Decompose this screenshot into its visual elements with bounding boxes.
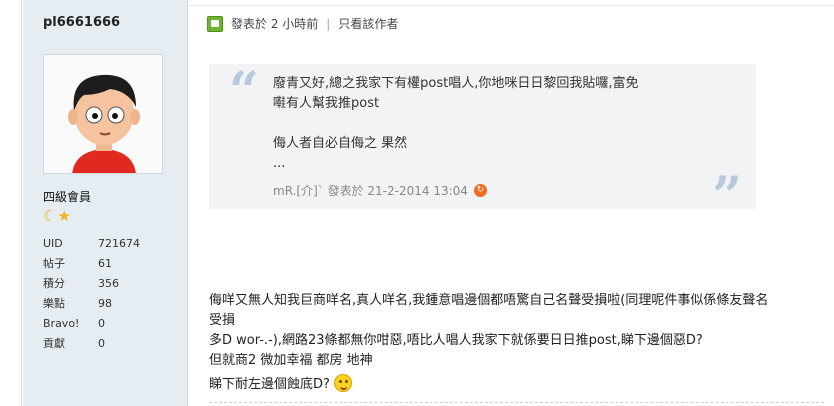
- quote-line: ...: [273, 156, 286, 171]
- stat-label: 帖子: [43, 257, 65, 270]
- post-divider: [209, 402, 824, 403]
- author-only-link[interactable]: 只看該作者: [338, 15, 398, 32]
- quote-line: 侮人者自必自侮之 果然: [273, 136, 408, 151]
- quote-close-icon: ”: [712, 166, 742, 227]
- stat-value: 0: [98, 316, 105, 330]
- quote-meta: mR.[介]` 發表於 21-2-2014 13:04 ↻: [273, 182, 487, 199]
- smiley-icon: [333, 373, 352, 392]
- post-body: 侮咩又無人知我巨商咩名,真人咩名,我鍾意唱邊個都唔驚自己名聲受損啦(同理呢件事似…: [209, 291, 769, 371]
- member-rank: 四級會員: [43, 190, 92, 204]
- post-line: 睇下耐左邊個蝕底D?: [209, 377, 330, 392]
- post-line: 多D wor-.-),網路23條都無你咁惡,唔比人唱人我家下就係要日日推post…: [209, 333, 703, 348]
- stat-label: 樂點: [43, 297, 65, 310]
- arrow-jump-icon[interactable]: ↻: [473, 184, 487, 197]
- stat-value[interactable]: 721674: [98, 237, 158, 250]
- stat-uid: UID 721674: [43, 233, 173, 253]
- forum-post: pl6661666 四級會員 ☾★ UID 721674 帖子 61 積分 35…: [0, 0, 834, 406]
- quote-line: 廢青又好,總之我家下有權post唱人,你地咪日日黎回我貼囉,富免: [273, 76, 639, 91]
- stat-value: 356: [98, 276, 119, 290]
- rank-moon-star-icon: ☾★: [43, 207, 72, 225]
- separator: |: [326, 16, 331, 31]
- post-time: 發表於 2 小時前: [231, 17, 319, 31]
- stat-value: 98: [98, 296, 112, 310]
- author-stats: UID 721674 帖子 61 積分 356 樂點 98 Bravo! 0 貢…: [43, 233, 173, 353]
- post-content-area: 發表於 2 小時前 | 只看該作者 “ 廢青又好,總之我家下有權post唱人,你…: [189, 0, 834, 406]
- top-divider: [189, 0, 834, 6]
- stat-points: 積分 356: [43, 273, 173, 293]
- stat-contribution: 貢獻 0: [43, 333, 173, 353]
- stat-posts: 帖子 61: [43, 253, 173, 273]
- stat-value[interactable]: 61: [98, 257, 158, 270]
- avatar[interactable]: [43, 54, 163, 174]
- stat-lepoints: 樂點 98: [43, 293, 173, 313]
- post-line: 但就商2 微加幸福 都房 地神: [209, 353, 373, 368]
- avatar-cartoon-icon: [44, 55, 162, 173]
- quote-text: 廢青又好,總之我家下有權post唱人,你地咪日日黎回我貼囉,富免 嚡有人幫我推p…: [273, 74, 683, 174]
- author-username[interactable]: pl6661666: [43, 15, 120, 30]
- stat-label: UID: [43, 236, 63, 250]
- quote-block: “ 廢青又好,總之我家下有權post唱人,你地咪日日黎回我貼囉,富免 嚡有人幫我…: [209, 61, 756, 223]
- post-last-line: 睇下耐左邊個蝕底D?: [209, 373, 352, 392]
- online-status-icon: [207, 15, 223, 32]
- stat-label: 積分: [43, 277, 65, 290]
- post-line: 侮咩又無人知我巨商咩名,真人咩名,我鍾意唱邊個都唔驚自己名聲受損啦(同理呢件事似…: [209, 293, 769, 328]
- quote-open-icon: “: [229, 61, 259, 122]
- post-header: 發表於 2 小時前 | 只看該作者: [207, 15, 398, 32]
- quote-source: mR.[介]` 發表於 21-2-2014 13:04: [273, 184, 468, 198]
- quote-line: 嚡有人幫我推post: [273, 96, 380, 111]
- stat-label: Bravo!: [43, 316, 80, 330]
- left-margin: [0, 0, 22, 406]
- stat-value: 0: [98, 336, 105, 350]
- stat-bravo: Bravo! 0: [43, 313, 173, 333]
- author-sidebar: pl6661666 四級會員 ☾★ UID 721674 帖子 61 積分 35…: [23, 0, 188, 406]
- stat-label: 貢獻: [43, 337, 65, 350]
